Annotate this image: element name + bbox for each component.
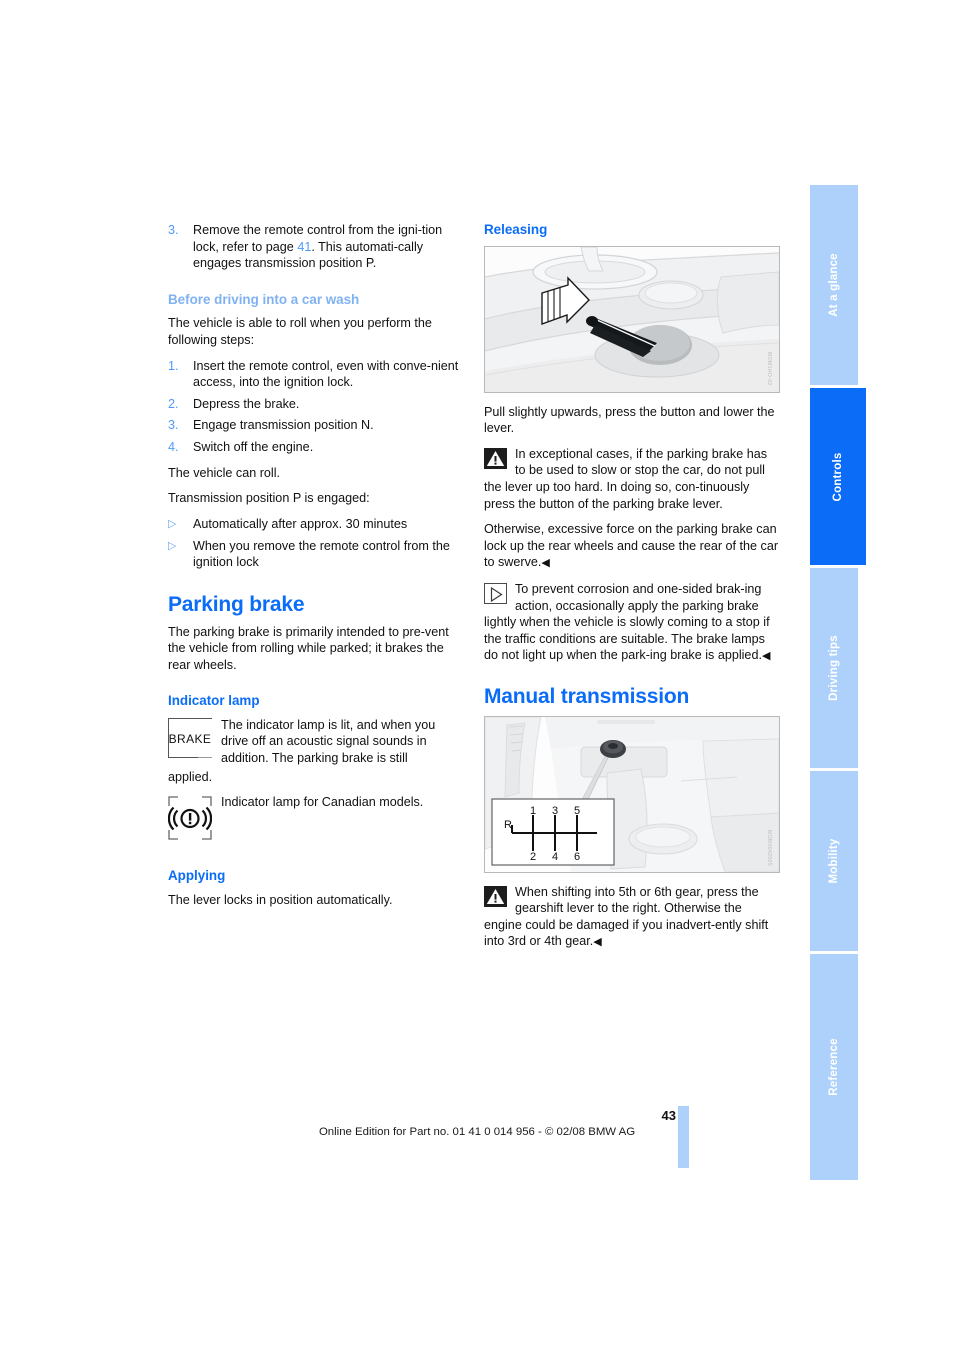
- figure-code: MOM1HO-02: [766, 352, 772, 386]
- brake-lamp-icon: BRAKE: [168, 717, 212, 758]
- triangle-bullet-icon: ▷: [168, 517, 177, 530]
- p-engaged-bullet-list: ▷ Automatically after approx. 30 minutes…: [168, 516, 464, 571]
- figure-manual-gearshift: R 1 3 5 2 4 6 MOM0042005: [484, 715, 780, 873]
- left-text-column: 3. Remove the remote control from the ig…: [167, 222, 464, 917]
- car-wash-intro: The vehicle is able to roll when you per…: [168, 316, 432, 347]
- page-reference[interactable]: 41: [297, 240, 311, 254]
- tab-label: At a glance: [828, 253, 840, 317]
- heading-applying: Applying: [168, 868, 226, 884]
- triangle-bullet-icon: ▷: [168, 539, 177, 552]
- applying-text: The lever locks in position automaticall…: [168, 892, 393, 907]
- step-text: Remove the remote control from the igni-…: [193, 222, 464, 272]
- list-item: 4. Switch off the engine.: [168, 439, 464, 456]
- end-of-note-marker: ◀: [761, 650, 771, 663]
- warning-text: In exceptional cases, if the parking bra…: [484, 446, 768, 511]
- list-item: 2. Depress the brake.: [168, 396, 464, 413]
- heading-parking-brake: Parking brake: [168, 592, 305, 616]
- tab-label: Controls: [832, 452, 844, 501]
- list-item: ▷ When you remove the remote control fro…: [168, 538, 464, 571]
- warning-triangle-icon: [484, 885, 507, 907]
- page-number: 43: [661, 1108, 676, 1123]
- warning-triangle-glyph: [486, 450, 505, 466]
- list-item: 1. Insert the remote control, even with …: [168, 358, 464, 391]
- step-number: 2.: [168, 396, 179, 411]
- step-text: Insert the remote control, even with con…: [193, 358, 459, 390]
- end-of-warning-marker: ◀: [541, 557, 550, 570]
- heading-manual-transmission: Manual transmission: [484, 684, 690, 708]
- brake-warning-lamp-glyph: [167, 796, 213, 840]
- brake-warning-lamp-canada-icon: [167, 796, 213, 840]
- note-block-corrosion: To prevent corrosion and one-sided brak-…: [484, 581, 780, 665]
- manual-page: At a glance Controls Driving tips Mobili…: [0, 0, 954, 1350]
- warning-triangle-icon: [484, 447, 507, 469]
- continued-step-list: 3. Remove the remote control from the ig…: [168, 222, 464, 272]
- warning-block-gearshift: When shifting into 5th or 6th gear, pres…: [484, 884, 780, 951]
- list-item: ▷ Automatically after approx. 30 minutes: [168, 516, 464, 533]
- heading-before-car-wash: Before driving into a car wash: [168, 291, 360, 307]
- tab-driving-tips[interactable]: Driving tips: [810, 568, 858, 768]
- note-triangle-glyph: [490, 586, 503, 602]
- tab-label: Mobility: [828, 838, 840, 884]
- parking-brake-intro: The parking brake is primarily intended …: [168, 624, 449, 672]
- brake-lamp-label: BRAKE: [168, 731, 212, 746]
- warning-text-continued: Otherwise, excessive force on the parkin…: [484, 521, 780, 572]
- figure-parking-brake-lever: MOM1HO-02: [484, 245, 780, 393]
- warning-text: When shifting into 5th or 6th gear, pres…: [484, 884, 769, 949]
- tab-controls[interactable]: Controls: [810, 388, 866, 565]
- indicator-lamp-brake-block: BRAKE The indicator lamp is lit, and whe…: [168, 717, 464, 767]
- footer-text: Online Edition for Part no. 01 41 0 014 …: [318, 1126, 636, 1138]
- step-number: 3.: [168, 223, 179, 237]
- car-wash-step-list: 1. Insert the remote control, even with …: [168, 358, 464, 456]
- step-number: 3.: [168, 418, 179, 433]
- indicator-lamp-text-overflow: applied.: [168, 769, 213, 784]
- heading-releasing: Releasing: [484, 222, 548, 237]
- bullet-text: When you remove the remote control from …: [193, 538, 450, 570]
- figure-code: MOM0042005: [766, 829, 772, 866]
- list-item: 3. Engage transmission position N.: [168, 417, 464, 434]
- tab-reference[interactable]: Reference: [810, 954, 858, 1180]
- tab-label: Driving tips: [828, 635, 840, 701]
- tab-at-a-glance[interactable]: At a glance: [810, 185, 858, 385]
- end-of-warning-marker: ◀: [593, 936, 602, 949]
- gearshift-illustration: [485, 716, 779, 872]
- section-tabs: At a glance Controls Driving tips Mobili…: [810, 185, 866, 1180]
- step-text: Engage transmission position N.: [193, 418, 374, 433]
- step-number: 4.: [168, 439, 179, 454]
- warning-triangle-glyph: [486, 888, 505, 904]
- indicator-lamp-text: The indicator lamp is lit, and when you …: [221, 717, 436, 766]
- parking-brake-lever-illustration: [485, 246, 779, 392]
- bullet-text: Automatically after approx. 30 minutes: [193, 516, 408, 531]
- note-text: To prevent corrosion and one-sided brak-…: [484, 581, 770, 663]
- tab-mobility[interactable]: Mobility: [810, 771, 858, 951]
- right-text-column: Releasing MOM1HO-02 Pull slightly upward…: [484, 222, 780, 960]
- gear-pattern-diagram: [491, 797, 615, 866]
- tab-label: Reference: [828, 1038, 840, 1096]
- indicator-lamp-canada-text: Indicator lamp for Canadian models.: [221, 795, 424, 810]
- car-wash-after-steps: The vehicle can roll.: [168, 465, 280, 480]
- releasing-caption: Pull slightly upwards, press the button …: [484, 404, 775, 436]
- list-item: 3. Remove the remote control from the ig…: [168, 222, 464, 272]
- warning-block-parking-brake: In exceptional cases, if the parking bra…: [484, 446, 780, 512]
- step-number: 1.: [168, 358, 179, 373]
- step-text: Depress the brake.: [193, 396, 300, 411]
- heading-indicator-lamp: Indicator lamp: [168, 693, 260, 709]
- note-triangle-icon: [484, 582, 507, 604]
- warning-text-2: Otherwise, excessive force on the parkin…: [484, 522, 779, 570]
- indicator-lamp-canada-block: Indicator lamp for Canadian models.: [167, 794, 464, 842]
- p-engaged-intro: Transmission position P is engaged:: [168, 491, 370, 506]
- step-text: Switch off the engine.: [193, 439, 314, 454]
